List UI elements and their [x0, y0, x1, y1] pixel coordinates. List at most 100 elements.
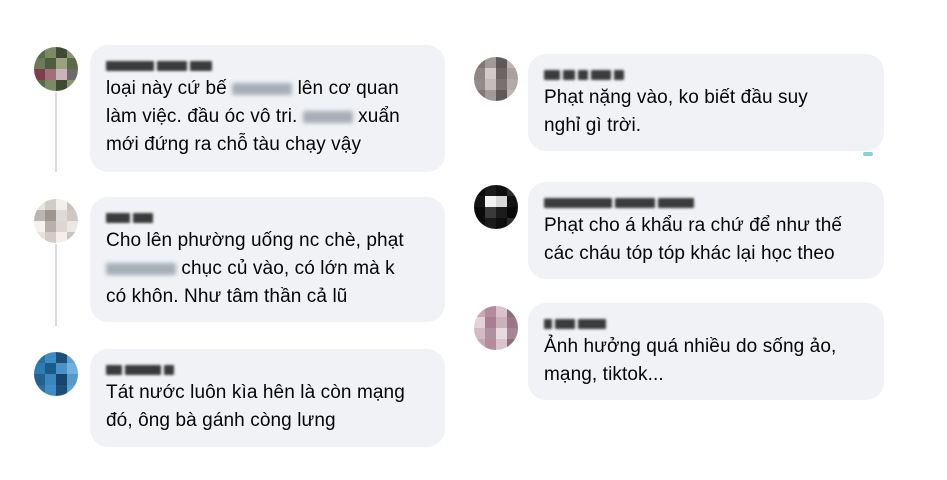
- avatar-pixel: [496, 185, 507, 196]
- avatar-pixel: [56, 385, 67, 396]
- avatar-pixel: [496, 339, 507, 350]
- avatar-pixel: [474, 339, 485, 350]
- avatar-pixel: [507, 185, 518, 196]
- comment-author[interactable]: [106, 57, 429, 71]
- comment-text: Cho lên phường uống nc chè, phạt chục củ…: [106, 230, 404, 307]
- avatar-pixel: [56, 58, 67, 69]
- redacted-text: [302, 110, 353, 123]
- avatar-pixel: [45, 47, 56, 58]
- avatar-pixel: [496, 196, 507, 207]
- avatar-pixel: [474, 79, 485, 90]
- avatar-pixel: [56, 80, 67, 91]
- avatar-pixel: [45, 80, 56, 91]
- avatar-pixel: [507, 317, 518, 328]
- avatar[interactable]: [34, 47, 78, 91]
- avatar-pixel: [496, 306, 507, 317]
- avatar-pixel: [34, 363, 45, 374]
- avatar[interactable]: [474, 57, 518, 101]
- comment-text: loại này cứ bế lên cơ quan làm việc. đầu…: [106, 78, 400, 155]
- avatar-pixel: [474, 90, 485, 101]
- avatar-pixel: [56, 232, 67, 243]
- avatar-pixel: [34, 199, 45, 210]
- avatar-pixel: [56, 210, 67, 221]
- avatar-pixel: [485, 57, 496, 68]
- avatar-pixel: [34, 385, 45, 396]
- avatar-pixel: [485, 79, 496, 90]
- avatar-pixel: [34, 47, 45, 58]
- avatar[interactable]: [474, 306, 518, 350]
- comment-text: Phạt cho á khẩu ra chứ để như thế các ch…: [544, 215, 843, 264]
- reaction-indicator: [863, 152, 873, 156]
- avatar-pixel: [507, 68, 518, 79]
- avatar-pixel: [45, 385, 56, 396]
- avatar-pixel: [45, 58, 56, 69]
- avatar-pixel: [485, 328, 496, 339]
- avatar-pixel: [496, 317, 507, 328]
- avatar[interactable]: [474, 185, 518, 229]
- avatar-pixel: [496, 68, 507, 79]
- avatar-pixel: [507, 196, 518, 207]
- avatar-pixel: [56, 69, 67, 80]
- avatar[interactable]: [34, 199, 78, 243]
- avatar-pixel: [507, 306, 518, 317]
- avatar-pixel: [67, 47, 78, 58]
- avatar-pixel: [496, 218, 507, 229]
- avatar-pixel: [474, 328, 485, 339]
- avatar-pixel: [507, 57, 518, 68]
- avatar-pixel: [45, 199, 56, 210]
- redacted-text: [106, 262, 176, 275]
- reply-thread-line: [55, 244, 57, 326]
- avatar-pixel: [67, 80, 78, 91]
- avatar[interactable]: [34, 352, 78, 396]
- avatar-pixel: [496, 207, 507, 218]
- avatar-pixel: [34, 221, 45, 232]
- avatar-pixel: [45, 69, 56, 80]
- avatar-pixel: [496, 79, 507, 90]
- avatar-pixel: [67, 210, 78, 221]
- avatar-pixel: [507, 218, 518, 229]
- avatar-pixel: [34, 232, 45, 243]
- avatar-pixel: [67, 69, 78, 80]
- comment-author[interactable]: [544, 66, 868, 80]
- avatar-pixel: [67, 58, 78, 69]
- comment-bubble: Phạt cho á khẩu ra chứ để như thế các ch…: [528, 182, 884, 279]
- avatar-pixel: [474, 207, 485, 218]
- avatar-pixel: [34, 69, 45, 80]
- comment-text: Ảnh hưởng quá nhiều do sống ảo, mạng, ti…: [544, 336, 837, 385]
- avatar-pixel: [67, 385, 78, 396]
- comment-column-left: loại này cứ bế lên cơ quan làm việc. đầu…: [0, 0, 470, 480]
- avatar-pixel: [496, 90, 507, 101]
- avatar-pixel: [485, 185, 496, 196]
- comment-author[interactable]: [544, 194, 868, 208]
- comment-bubble: Ảnh hưởng quá nhiều do sống ảo, mạng, ti…: [528, 303, 884, 400]
- comment-author[interactable]: [544, 315, 868, 329]
- avatar-pixel: [474, 185, 485, 196]
- avatar-pixel: [485, 218, 496, 229]
- avatar-pixel: [45, 374, 56, 385]
- comment-author[interactable]: [106, 361, 429, 375]
- reply-thread-line: [55, 92, 57, 172]
- avatar-pixel: [56, 199, 67, 210]
- comment-text: Phạt nặng vào, ko biết đầu suy nghỉ gì t…: [544, 87, 808, 136]
- avatar-pixel: [474, 68, 485, 79]
- avatar-pixel: [485, 339, 496, 350]
- comment-bubble: Tát nước luôn kìa hên là còn mạng đó, ôn…: [90, 349, 445, 447]
- avatar-pixel: [474, 196, 485, 207]
- avatar-pixel: [34, 210, 45, 221]
- avatar-pixel: [34, 58, 45, 69]
- comment-bubble: Cho lên phường uống nc chè, phạt chục củ…: [90, 197, 445, 322]
- avatar-pixel: [507, 328, 518, 339]
- avatar-pixel: [507, 90, 518, 101]
- avatar-pixel: [507, 79, 518, 90]
- avatar-pixel: [496, 328, 507, 339]
- comment-author[interactable]: [106, 209, 429, 223]
- avatar-pixel: [507, 339, 518, 350]
- avatar-pixel: [67, 221, 78, 232]
- avatar-pixel: [485, 90, 496, 101]
- avatar-pixel: [56, 221, 67, 232]
- avatar-pixel: [67, 232, 78, 243]
- avatar-pixel: [56, 352, 67, 363]
- avatar-pixel: [56, 374, 67, 385]
- avatar-pixel: [496, 57, 507, 68]
- avatar-pixel: [485, 306, 496, 317]
